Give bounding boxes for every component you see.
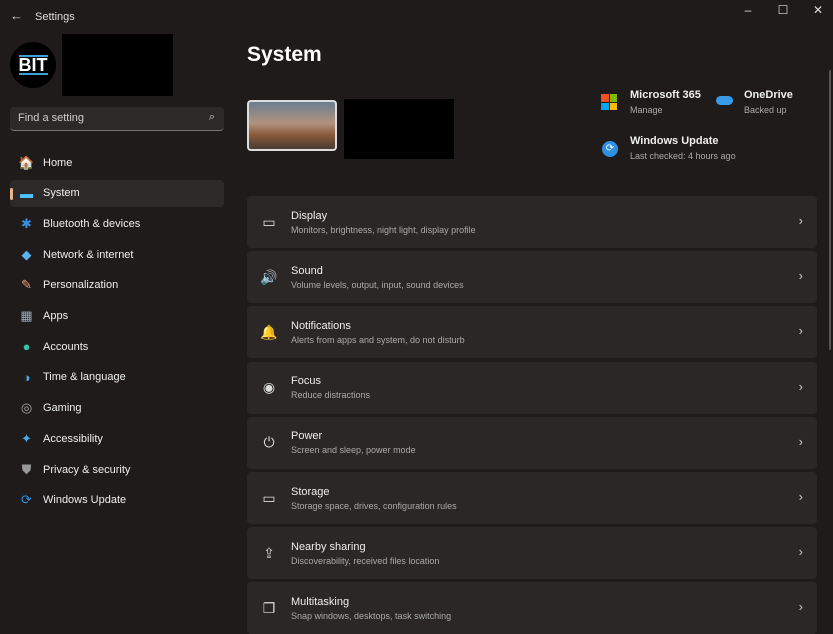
card-display[interactable]: ▭ Display Monitors, brightness, night ligh… [247,196,817,248]
card-multitasking[interactable]: ❐ Multitasking Snap windows, desktops, tas… [247,582,817,634]
card-title: Display [291,209,328,222]
sidebar-item-label: Privacy & security [43,463,131,476]
sidebar-item-label: Network & internet [43,248,134,261]
card-icon: ❐ [262,599,276,616]
page-title: System [247,43,322,66]
chevron-right-icon: › [798,268,803,284]
card-subtitle: Volume levels, output, input, sound devi… [291,279,464,290]
sidebar-item-label: Apps [43,310,69,322]
chevron-right-icon: › [798,544,803,560]
selection-indicator [10,187,13,200]
card-title: Notifications [291,319,351,332]
search-icon: ⌕ [208,111,215,123]
chevron-right-icon: › [798,489,803,504]
card-subtitle: Monitors, brightness, night light, displ… [291,224,476,235]
sidebar-item-gaming[interactable]: ◎ Gaming [10,395,224,422]
card-title: Nearby sharing [291,540,366,553]
card-title: Multitasking [291,595,350,608]
sidebar-item-apps[interactable]: ▦ Apps [10,303,224,330]
sidebar-item-label: Windows Update [43,494,127,507]
sidebar-icon: ✦ [21,430,32,446]
sidebar-item-label: System [43,187,80,200]
sidebar-item-time-language[interactable]: ◑ Time & language [10,364,224,391]
card-subtitle: Discoverability, received files location [291,555,440,566]
card-subtitle: Reduce distractions [291,390,371,401]
sidebar-item-personalization[interactable]: ✎ Personalization [10,272,224,299]
card-title: Sound [291,264,323,277]
onedrive-icon [716,96,733,105]
sidebar-icon: ⟳ [21,492,32,508]
sidebar-icon: 🏠 [18,154,35,170]
card-icon: 🔔 [260,323,278,340]
card-focus[interactable]: ◉ Focus Reduce distractions › [247,361,817,414]
windows-update-link[interactable]: Windows Update Last checked: 4 hours ago [630,135,736,161]
sidebar-icon: ✱ [21,215,32,231]
chevron-right-icon: › [798,378,803,394]
sidebar-item-label: Accounts [43,340,89,353]
microsoft-365-link[interactable]: Microsoft 365 Manage [630,89,701,115]
sidebar-item-accessibility[interactable]: ✦ Accessibility [10,425,224,452]
sidebar-item-privacy-security[interactable]: ⛊ Privacy & security [10,456,224,483]
card-subtitle: Storage space, drives, configuration rul… [291,500,457,511]
sidebar-item-accounts[interactable]: ● Accounts [10,333,224,360]
sidebar-item-label: Personalization [43,279,119,292]
sidebar-icon: ⛊ [21,461,32,477]
sidebar-item-system[interactable]: ▬ System [10,179,224,207]
card-notifications[interactable]: 🔔 Notifications Alerts from apps and syste… [247,306,817,359]
sidebar-item-label: Bluetooth & devices [43,217,141,230]
sidebar-item-windows-update[interactable]: ⟳ Windows Update [10,487,224,514]
sidebar-icon: ▬ [20,185,33,201]
chevron-right-icon: › [798,433,803,449]
card-power[interactable]: ⏻ Power Screen and sleep, power mode › [247,416,817,469]
sidebar-icon: ◑ [22,369,31,385]
sidebar-item-label: Time & language [43,371,126,384]
card-icon: ⏻ [263,434,275,451]
redacted-account-name [62,34,173,96]
sidebar-item-label: Gaming [43,402,82,415]
card-nearby-sharing[interactable]: ⇪ Nearby sharing Discoverability, received… [247,527,817,580]
sidebar-icon: ◎ [20,400,33,416]
minimize-button[interactable]: – [738,3,758,17]
sidebar-icon: ● [22,339,31,355]
chevron-right-icon: › [798,599,803,615]
card-title: Power [291,430,323,443]
card-storage[interactable]: ▭ Storage Storage space, drives, configura… [247,472,817,524]
sidebar-item-label: Accessibility [43,432,103,445]
card-icon: ◉ [262,379,276,396]
card-title: Storage [291,485,330,498]
card-icon: ▭ [262,213,276,230]
onedrive-link[interactable]: OneDrive Backed up [744,89,793,115]
back-button[interactable]: ← [10,8,23,23]
windows-update-icon: ⟳ [602,141,618,157]
sidebar-icon: ◆ [21,246,32,262]
sidebar-icon: ✎ [21,277,32,293]
scrollbar[interactable] [829,70,831,350]
card-title: Focus [291,375,321,388]
avatar[interactable]: BIT [10,42,56,88]
sidebar-item-home[interactable]: 🏠 Home [10,149,224,176]
chevron-right-icon: › [798,213,803,228]
wallpaper-thumbnail[interactable] [247,100,337,151]
sidebar-item-network-internet[interactable]: ◆ Network & internet [10,241,224,268]
card-sound[interactable]: 🔊 Sound Volume levels, output, input, soun… [247,251,817,304]
window-title: Settings [35,11,75,23]
microsoft-365-icon [601,94,617,110]
card-icon: ▭ [262,489,276,506]
card-subtitle: Screen and sleep, power mode [291,445,416,456]
maximize-button[interactable]: ☐ [773,3,793,17]
card-icon: 🔊 [260,268,278,285]
redacted-device-info [344,99,454,159]
sidebar-item-label: Home [43,156,73,169]
sidebar-item-bluetooth-devices[interactable]: ✱ Bluetooth & devices [10,210,224,237]
search-input[interactable]: Find a setting ⌕ [10,107,224,131]
sidebar-icon: ▦ [20,308,33,323]
chevron-right-icon: › [798,323,803,339]
card-icon: ⇪ [263,544,275,561]
card-subtitle: Alerts from apps and system, do not dist… [291,334,465,345]
close-button[interactable]: ✕ [808,3,828,17]
